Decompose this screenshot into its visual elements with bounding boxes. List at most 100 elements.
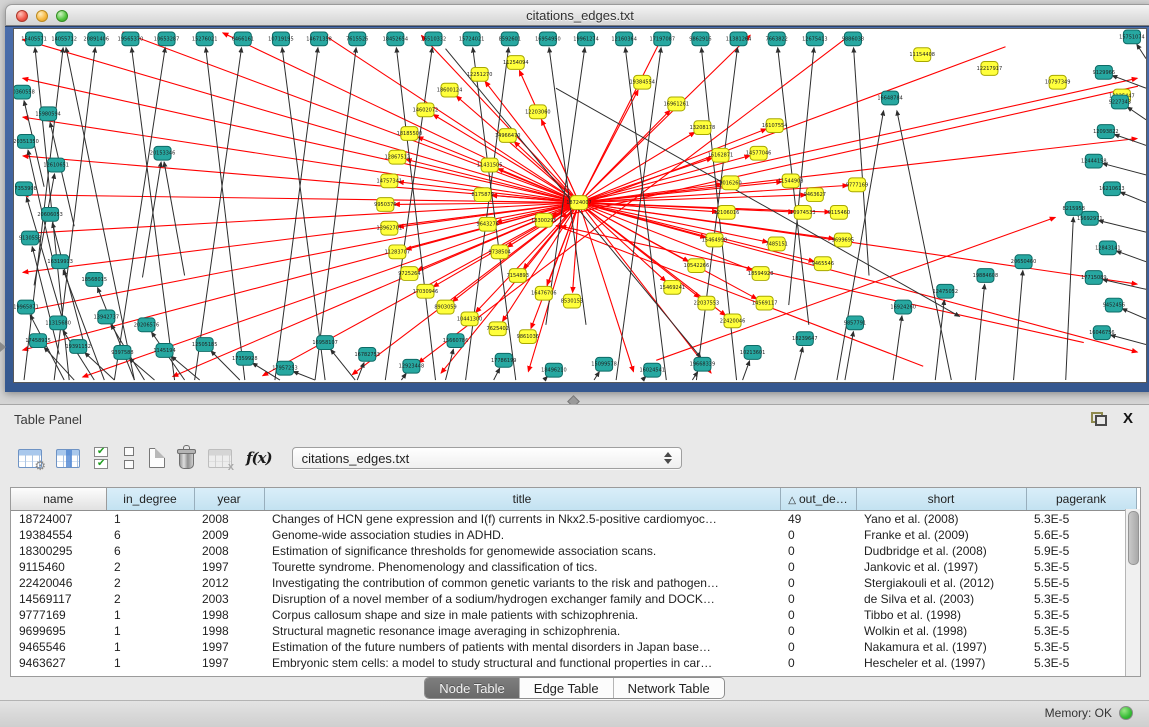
table-cell[interactable]: 14569117 [11,591,106,607]
graph-node[interactable]: 12444158 [1081,154,1107,168]
graph-node[interactable]: 17359928 [232,351,258,365]
table-cell[interactable]: 5.6E-5 [1026,527,1136,543]
graph-node[interactable]: 16782753 [354,347,380,361]
table-cell[interactable]: 2003 [194,591,264,607]
graph-node[interactable]: 15980594 [35,107,61,121]
graph-node[interactable]: 12160364 [611,32,637,46]
graph-node[interactable]: 12093822 [1093,125,1119,139]
table-cell[interactable]: 1998 [194,607,264,623]
table-cell[interactable]: Tourette syndrome. Phenomenology and cla… [264,559,780,575]
graph-node[interactable]: 10974533 [790,206,816,220]
column-header-short[interactable]: short [856,488,1026,511]
table-cell[interactable]: 5.3E-5 [1026,511,1136,528]
graph-node[interactable]: 9130558 [19,231,41,245]
graph-node[interactable]: 14966470 [495,129,521,143]
table-cell[interactable]: 22420046 [11,575,106,591]
table-cell[interactable]: Dudbridge et al. (2008) [856,543,1026,559]
table-scrollbar-thumb[interactable] [1128,511,1139,565]
new-column-icon[interactable] [149,448,165,468]
graph-node[interactable]: 9861036 [517,330,539,344]
table-cell[interactable]: 0 [780,639,856,655]
table-cell[interactable]: Hescheler et al. (1997) [856,655,1026,671]
table-cell[interactable]: 9465546 [11,639,106,655]
graph-node[interactable]: 11315680 [45,316,71,330]
graph-node[interactable]: 18568015 [82,273,108,287]
function-builder-icon[interactable]: f(x) [246,447,272,469]
table-cell[interactable]: 2 [106,575,194,591]
graph-node[interactable]: 16024541 [639,363,665,377]
network-window-titlebar[interactable]: citations_edges.txt [5,4,1149,26]
table-cell[interactable]: Corpus callosum shape and size in male p… [264,607,780,623]
graph-node[interactable]: 9452456 [1103,298,1125,312]
graph-node[interactable]: 16954950 [535,32,561,46]
graph-node[interactable]: 10213601 [740,346,766,360]
table-cell[interactable]: 1 [106,655,194,671]
graph-node[interactable]: 8215958 [1063,202,1085,216]
graph-node[interactable]: 13962701 [377,221,403,235]
column-header-indegree[interactable]: in_degree [106,488,194,511]
graph-node[interactable]: 15751074 [1119,30,1145,44]
graph-node[interactable]: 9465546 [812,257,834,271]
graph-node[interactable]: 8530153 [561,294,583,308]
table-cell[interactable]: 0 [780,543,856,559]
table-selector-dropdown[interactable]: citations_edges.txt [292,447,682,469]
table-cell[interactable]: 5.3E-5 [1026,607,1136,623]
graph-node[interactable]: 16924260 [890,300,916,314]
table-cell[interactable]: 2 [106,559,194,575]
graph-node[interactable]: 1145194 [153,344,175,358]
close-panel-icon[interactable]: X [1123,412,1133,426]
graph-node[interactable]: 15276021 [192,32,218,46]
graph-node[interactable]: 19668339 [690,357,716,371]
table-cell[interactable]: Changes of HCN gene expression and I(f) … [264,511,780,528]
graph-node[interactable]: 22420046 [720,314,746,328]
graph-node[interactable]: 10441300 [457,312,483,326]
graph-node[interactable]: 11154408 [909,48,935,62]
graph-node[interactable]: 7615526 [346,32,368,46]
graph-node[interactable]: 9886038 [842,32,864,46]
graph-node[interactable]: 9857791 [844,316,866,330]
graph-node[interactable]: 11381264 [726,32,752,46]
graph-node[interactable]: 12843141 [1095,241,1121,255]
table-cell[interactable]: Franke et al. (2009) [856,527,1026,543]
column-header-pagerank[interactable]: pagerank [1026,488,1136,511]
select-column-icon[interactable] [56,449,80,468]
graph-node[interactable]: 19961274 [573,32,599,46]
table-cell[interactable]: Yano et al. (2008) [856,511,1026,528]
graph-node[interactable]: 11283707 [385,245,411,259]
table-cell[interactable]: 2 [106,591,194,607]
graph-node[interactable]: 11544908 [778,174,804,188]
table-cell[interactable]: 2009 [194,527,264,543]
graph-node[interactable]: 16046756 [1089,326,1115,340]
table-cell[interactable]: 49 [780,511,856,528]
graph-node[interactable]: 10797349 [1045,75,1071,89]
network-canvas[interactable]: 1540557114055712208914061956537010653287… [13,28,1147,383]
graph-node[interactable]: 7663822 [766,32,788,46]
table-cell[interactable]: 0 [780,591,856,607]
delete-column-icon[interactable] [179,452,194,469]
column-settings-icon[interactable] [18,449,42,468]
table-cell[interactable]: Tibbo et al. (1998) [856,607,1026,623]
table-cell[interactable]: 0 [780,559,856,575]
table-cell[interactable]: 1 [106,623,194,639]
graph-node[interactable]: 15660786 [443,334,469,348]
table-cell[interactable]: Embryonic stem cells: a model to study s… [264,655,780,671]
graph-node[interactable]: 9862916 [689,32,711,46]
graph-node[interactable]: 12217917 [977,62,1003,76]
graph-node[interactable]: 9115460 [828,206,850,220]
table-cell[interactable]: 2008 [194,511,264,528]
graph-node[interactable]: 20153346 [150,146,176,160]
graph-node[interactable]: 12505185 [192,338,218,352]
graph-node[interactable]: 9643276 [477,217,499,231]
graph-node[interactable]: 12203060 [525,105,551,119]
table-cell[interactable]: 9699695 [11,623,106,639]
graph-node[interactable]: 16210613 [1099,182,1125,196]
tab-network-table[interactable]: Network Table [614,678,724,698]
table-cell[interactable]: 1 [106,511,194,528]
table-cell[interactable]: 18724007 [11,511,106,528]
table-cell[interactable]: Jankovic et al. (1997) [856,559,1026,575]
table-cell[interactable]: 1 [106,607,194,623]
table-cell[interactable]: de Silva et al. (2003) [856,591,1026,607]
graph-node[interactable]: 14671358 [306,32,332,46]
table-cell[interactable]: 0 [780,655,856,671]
graph-node[interactable]: 15724021 [459,32,485,46]
